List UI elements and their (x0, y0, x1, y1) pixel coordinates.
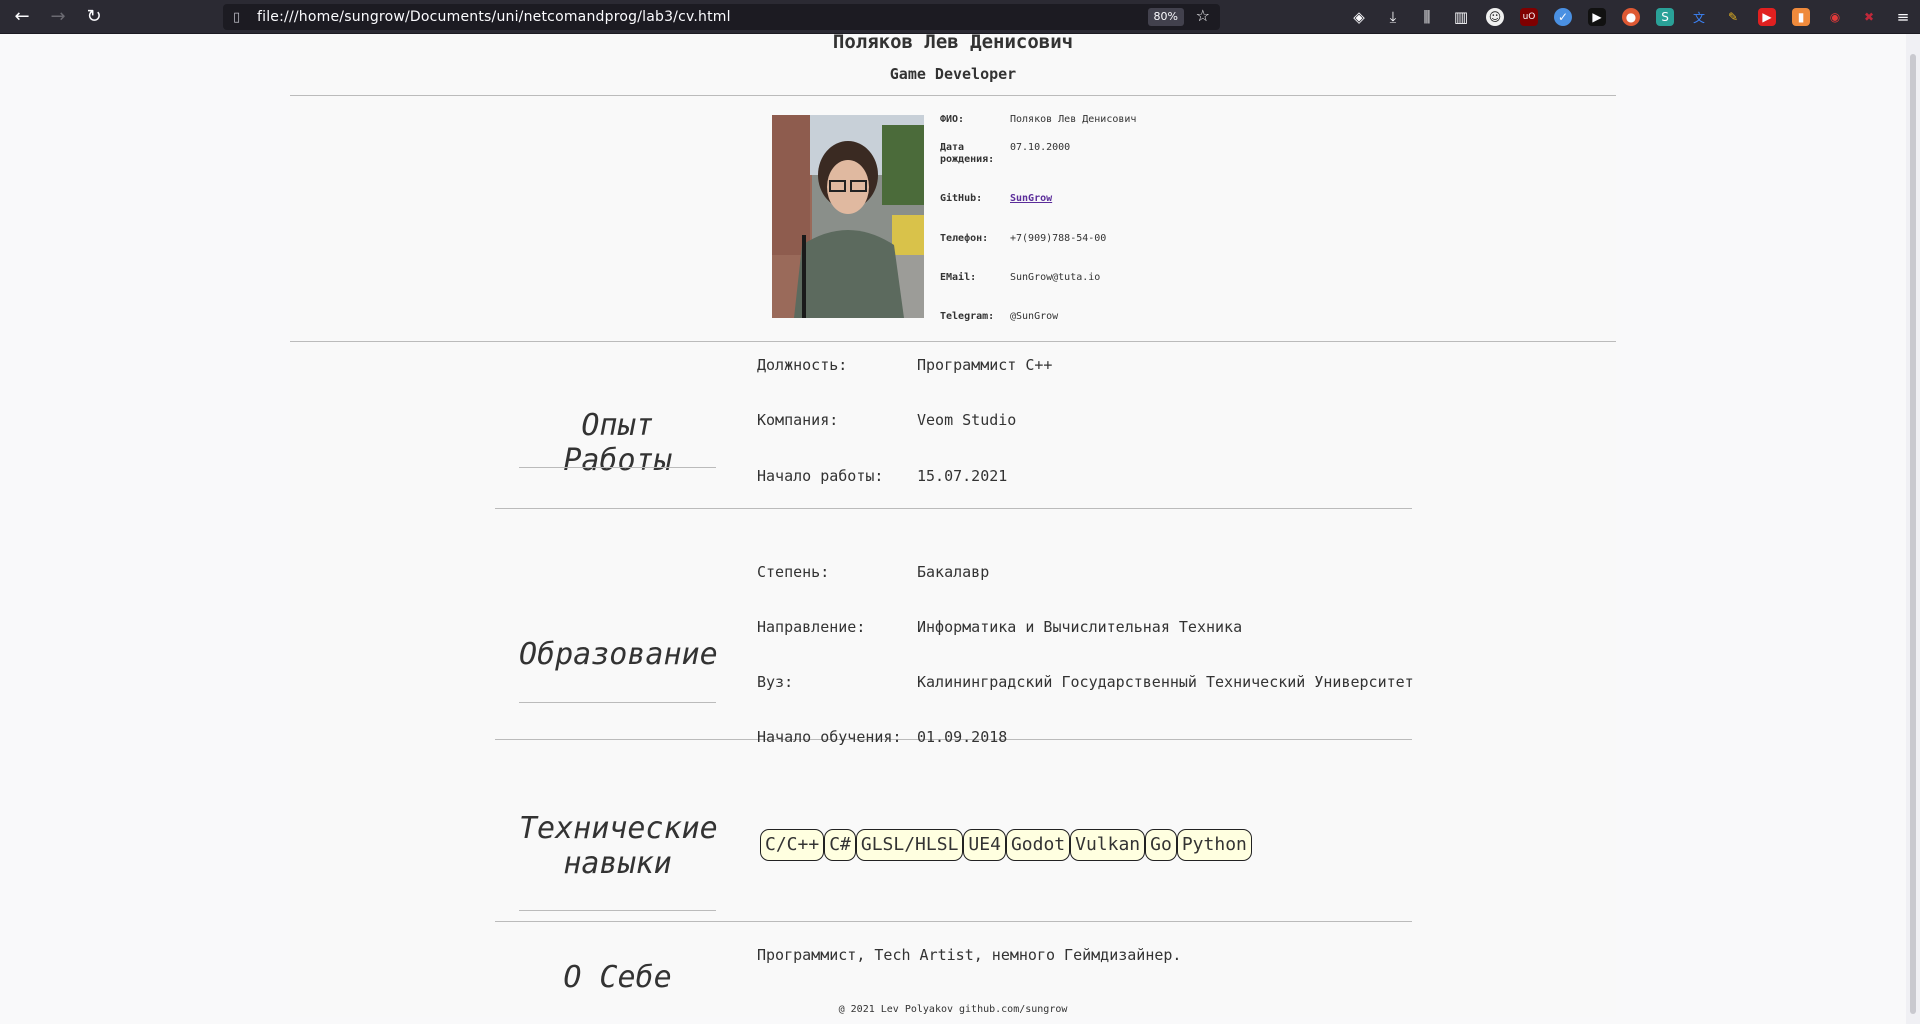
extension-play-icon[interactable]: ▶ (1588, 8, 1606, 26)
about-text: Программист, Tech Artist, немного Геймди… (757, 946, 1182, 964)
back-button[interactable]: ← (10, 5, 34, 29)
zoom-level-button[interactable]: 80% (1147, 8, 1184, 26)
page-icon: ▯ (233, 9, 241, 25)
section-title: О Себе (563, 960, 672, 995)
section-title-rule (519, 910, 716, 911)
extension-s-icon[interactable]: S (1656, 8, 1674, 26)
person-name: Поляков Лев Денисович (832, 34, 1074, 53)
reload-icon: ↻ (86, 6, 102, 27)
education-label: Направление: (757, 618, 866, 636)
arrow-left-icon: ← (14, 6, 30, 27)
skill-tag: Python (1176, 829, 1252, 861)
person-role: Game Developer (889, 65, 1017, 83)
section-title: Образование (519, 637, 718, 672)
experience-label: Должность: (757, 356, 848, 374)
education-value: Информатика и Вычислительная Техника (917, 618, 1243, 636)
education-label: Вуз: (757, 673, 794, 691)
section-title-rule (519, 467, 716, 468)
library-icon[interactable]: ⫼ (1418, 8, 1436, 26)
ublock-origin-icon[interactable]: uO (1520, 8, 1538, 26)
education-value: 01.09.2018 (917, 728, 1008, 746)
info-value: 07.10.2000 (1010, 142, 1071, 153)
page-scrollbar[interactable] (1906, 34, 1920, 1024)
extension-palette-icon[interactable]: ✎ (1724, 8, 1742, 26)
menu-icon[interactable]: ≡ (1894, 8, 1912, 26)
info-value: @SunGrow (1010, 311, 1059, 322)
section-title-rule (519, 702, 716, 703)
duckduckgo-icon[interactable]: ● (1622, 8, 1640, 26)
extension-bin-icon[interactable]: ▮ (1792, 8, 1810, 26)
screenshot-icon[interactable]: ◉ (1826, 8, 1844, 26)
info-label: Дата рождения: (940, 142, 995, 165)
info-value: SunGrow@tuta.io (1010, 272, 1101, 283)
bookmark-star-icon[interactable]: ☆ (1196, 6, 1210, 25)
scrollbar-thumb[interactable] (1910, 54, 1916, 1014)
info-value: +7(909)788-54-00 (1010, 233, 1107, 244)
skill-tag: GLSL/HLSL (855, 829, 964, 861)
skill-tag: Go (1145, 829, 1177, 861)
github-link[interactable]: SunGrow (1010, 193, 1052, 204)
experience-value: 15.07.2021 (917, 467, 1008, 485)
experience-section: Опыт Работы Должность: Программист С++ К… (495, 341, 1412, 509)
browser-toolbar: ← → ↻ ▯ file:///home/sungrow/Documents/u… (0, 0, 1920, 34)
info-label: Телефон: (940, 233, 989, 244)
arrow-right-icon: → (50, 6, 66, 27)
education-label: Начало обучения: (757, 728, 902, 746)
profile-photo (772, 115, 924, 318)
skill-tag: C# (824, 829, 856, 861)
education-section: Образование Степень: Бакалавр Направлени… (495, 509, 1414, 746)
translate-icon[interactable]: 文 (1690, 8, 1708, 26)
experience-value: Veom Studio (917, 411, 1017, 429)
skill-tag: Godot (1005, 829, 1071, 861)
experience-value: Программист С++ (917, 356, 1053, 374)
url-bar[interactable]: ▯ file:///home/sungrow/Documents/uni/net… (223, 4, 1220, 30)
extensions-toolbar: ◈ ⤓ ⫼ ▥ ☺ uO ✓ ▶ ● S 文 ✎ ▶ ▮ ◉ ✖ ≡ (1342, 0, 1920, 34)
dislike-icon[interactable]: ✖ (1860, 8, 1878, 26)
profile-section: ФИО: Поляков Лев Денисович Дата рождения… (290, 96, 1616, 342)
sidebar-icon[interactable]: ▥ (1452, 8, 1470, 26)
section-title: Технические навыки (519, 811, 718, 881)
about-section: О Себе Программист, Tech Artist, немного… (495, 922, 1412, 1017)
skill-tag: C/C++ (760, 829, 825, 861)
info-label: EMail: (940, 272, 977, 283)
extension-check-icon[interactable]: ✓ (1554, 8, 1572, 26)
skills-list: C/C++ C# GLSL/HLSL UE4 Godot Vulkan Go P… (760, 829, 1252, 861)
pocket-icon[interactable]: ◈ (1350, 8, 1368, 26)
experience-label: Начало работы: (757, 467, 884, 485)
education-value: Бакалавр (917, 563, 990, 581)
cv-header: Поляков Лев Денисович Game Developer (290, 34, 1616, 96)
info-label: Telegram: (940, 311, 995, 322)
reload-button[interactable]: ↻ (82, 5, 106, 29)
education-value: Калининградский Государственный Техничес… (917, 673, 1414, 691)
info-label: ФИО: (940, 114, 965, 125)
url-text[interactable]: file:///home/sungrow/Documents/uni/netco… (257, 9, 731, 25)
youtube-extension-icon[interactable]: ▶ (1758, 8, 1776, 26)
experience-label: Компания: (757, 411, 839, 429)
info-value: Поляков Лев Денисович (1010, 114, 1137, 125)
skills-section: Технические навыки C/C++ C# GLSL/HLSL UE… (495, 771, 1412, 922)
info-label: GitHub: (940, 193, 983, 204)
download-icon[interactable]: ⤓ (1384, 8, 1402, 26)
cv-page: Поляков Лев Денисович Game Developer ФИО… (290, 34, 1616, 1017)
extension-ghost-icon[interactable]: ☺ (1486, 8, 1504, 26)
skill-tag: UE4 (963, 829, 1006, 861)
skill-tag: Vulkan (1070, 829, 1146, 861)
education-label: Степень: (757, 563, 830, 581)
page-footer: @ 2021 Lev Polyakov github.com/sungrow (838, 1004, 1068, 1015)
forward-button[interactable]: → (46, 5, 70, 29)
